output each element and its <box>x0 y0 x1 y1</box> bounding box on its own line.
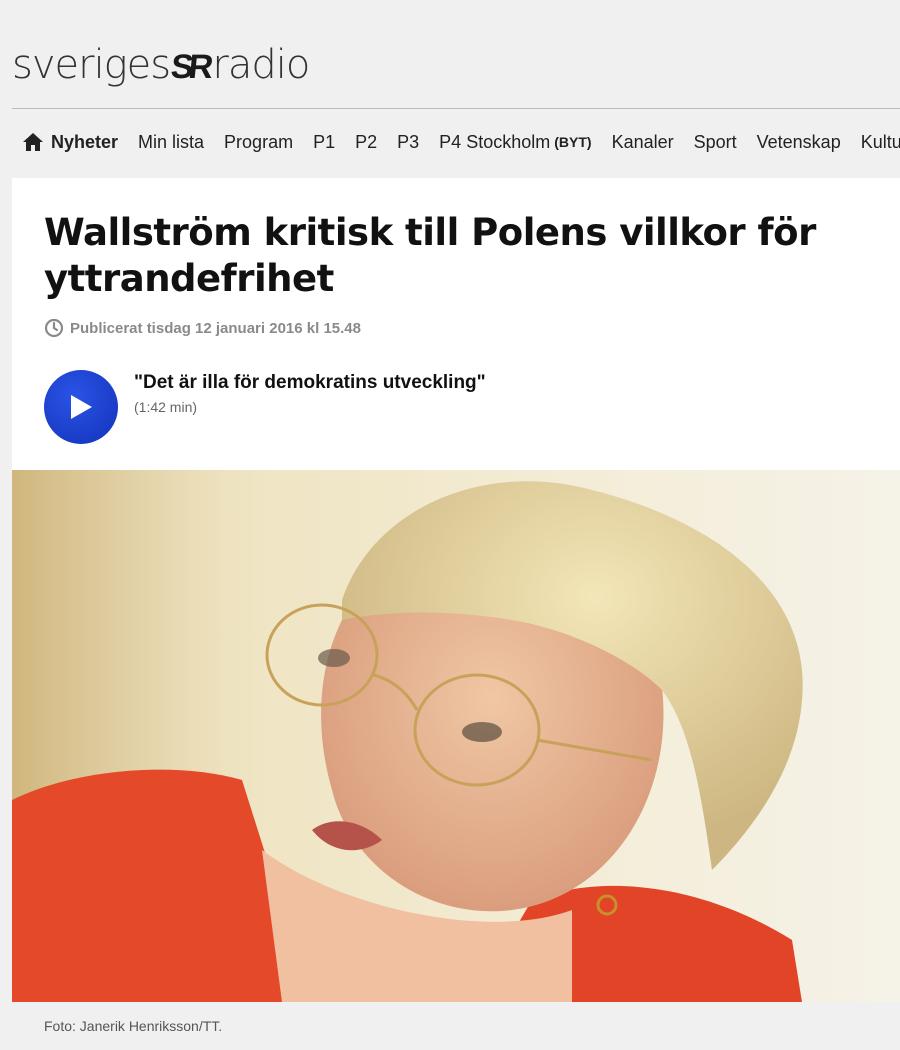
nav-item-p2[interactable]: P2 <box>355 132 377 153</box>
article-headline: Wallström kritisk till Polens villkor fö… <box>44 211 816 300</box>
logo-text-right: radio <box>212 42 310 88</box>
nav-item-kultur[interactable]: Kultur <box>861 132 900 153</box>
audio-player: "Det är illa för demokratins utveckling"… <box>44 370 486 444</box>
nav-item-kanaler[interactable]: Kanaler <box>612 132 674 153</box>
play-button[interactable] <box>44 370 118 444</box>
nav-item-p4-stockholm[interactable]: P4 Stockholm (BYT) <box>439 132 591 153</box>
play-icon <box>71 395 92 419</box>
clock-icon <box>44 318 64 338</box>
nav-item-p1[interactable]: P1 <box>313 132 335 153</box>
nav-item-vetenskap[interactable]: Vetenskap <box>757 132 841 153</box>
nav-item-sport[interactable]: Sport <box>694 132 737 153</box>
portrait-illustration <box>12 470 803 1002</box>
nav-item-label: P4 Stockholm <box>439 131 551 152</box>
publish-info: Publicerat tisdag 12 januari 2016 kl 15.… <box>44 318 361 338</box>
nav-item-min-lista[interactable]: Min lista <box>138 132 204 153</box>
change-channel-link[interactable]: (BYT) <box>554 134 591 150</box>
logo-mark: SR <box>169 48 211 86</box>
article-photo <box>12 470 900 1002</box>
header-divider <box>12 108 900 109</box>
publish-date: Publicerat tisdag 12 januari 2016 kl 15.… <box>70 319 361 337</box>
audio-info: "Det är illa för demokratins utveckling"… <box>134 372 486 444</box>
article-header-card: Wallström kritisk till Polens villkor fö… <box>12 178 900 470</box>
home-icon <box>23 133 43 151</box>
nav-item-program[interactable]: Program <box>224 132 293 153</box>
main-nav: Nyheter Min lista Program P1 P2 P3 P4 St… <box>12 118 900 166</box>
audio-title[interactable]: "Det är illa för demokratins utveckling" <box>134 372 486 394</box>
nav-item-nyheter[interactable]: Nyheter <box>22 132 118 153</box>
sveriges-radio-logo[interactable]: sverigesSRradio <box>12 40 310 92</box>
logo-text-left: sveriges <box>12 42 171 88</box>
audio-duration: (1:42 min) <box>134 399 198 415</box>
nav-item-p3[interactable]: P3 <box>397 132 419 153</box>
photo-caption: Foto: Janerik Henriksson/TT. <box>44 1018 223 1034</box>
nav-item-label: Nyheter <box>51 131 119 152</box>
